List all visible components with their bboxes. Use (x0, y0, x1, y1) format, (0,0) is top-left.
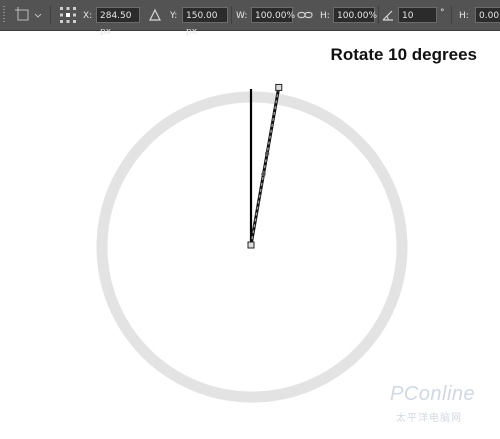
watermark: PConline 太平洋电脑网 (384, 381, 494, 437)
watermark-logo-text: PConline (390, 383, 476, 405)
h-skew-field[interactable]: 0.00 (475, 7, 500, 23)
toolbar-grip[interactable] (3, 6, 5, 24)
chevron-down-icon (34, 13, 42, 18)
separator (378, 6, 379, 24)
separator (231, 6, 232, 24)
h-label: H: (320, 11, 330, 21)
separator (451, 6, 452, 24)
degree-symbol: ° (440, 8, 445, 18)
transform-options-bar: X: 284.50 px Y: 150.00 px W: 100.00% H: … (0, 0, 500, 37)
control-handle-2[interactable] (264, 151, 270, 156)
anchor-point-end[interactable] (275, 83, 283, 91)
rotated-line-path[interactable] (247, 83, 283, 249)
x-label: X: (83, 11, 93, 21)
anchor-point-start[interactable] (247, 241, 255, 249)
document-canvas[interactable]: Rotate 10 degrees PConline 太平洋电脑网 (0, 31, 500, 439)
tool-preset-picker[interactable] (13, 5, 43, 25)
h-skew-label: H: (459, 11, 469, 21)
angle-icon (382, 10, 393, 21)
control-handle-1[interactable] (261, 171, 266, 177)
x-field[interactable]: 284.50 px (96, 7, 140, 37)
w-label: W: (236, 11, 248, 21)
y-label: Y: (170, 11, 178, 21)
reference-point-locator[interactable] (58, 5, 78, 25)
height-field[interactable]: 100.00% (333, 7, 377, 23)
artwork (96, 83, 408, 403)
width-field[interactable]: 100.00% (251, 7, 295, 23)
link-icon[interactable] (297, 8, 313, 22)
angle-field[interactable]: 10 (398, 7, 437, 23)
transform-tool-icon (15, 7, 29, 21)
separator (50, 6, 51, 24)
y-field[interactable]: 150.00 px (182, 7, 228, 37)
delta-icon[interactable] (148, 8, 162, 22)
watermark-subtext: 太平洋电脑网 (396, 413, 462, 424)
